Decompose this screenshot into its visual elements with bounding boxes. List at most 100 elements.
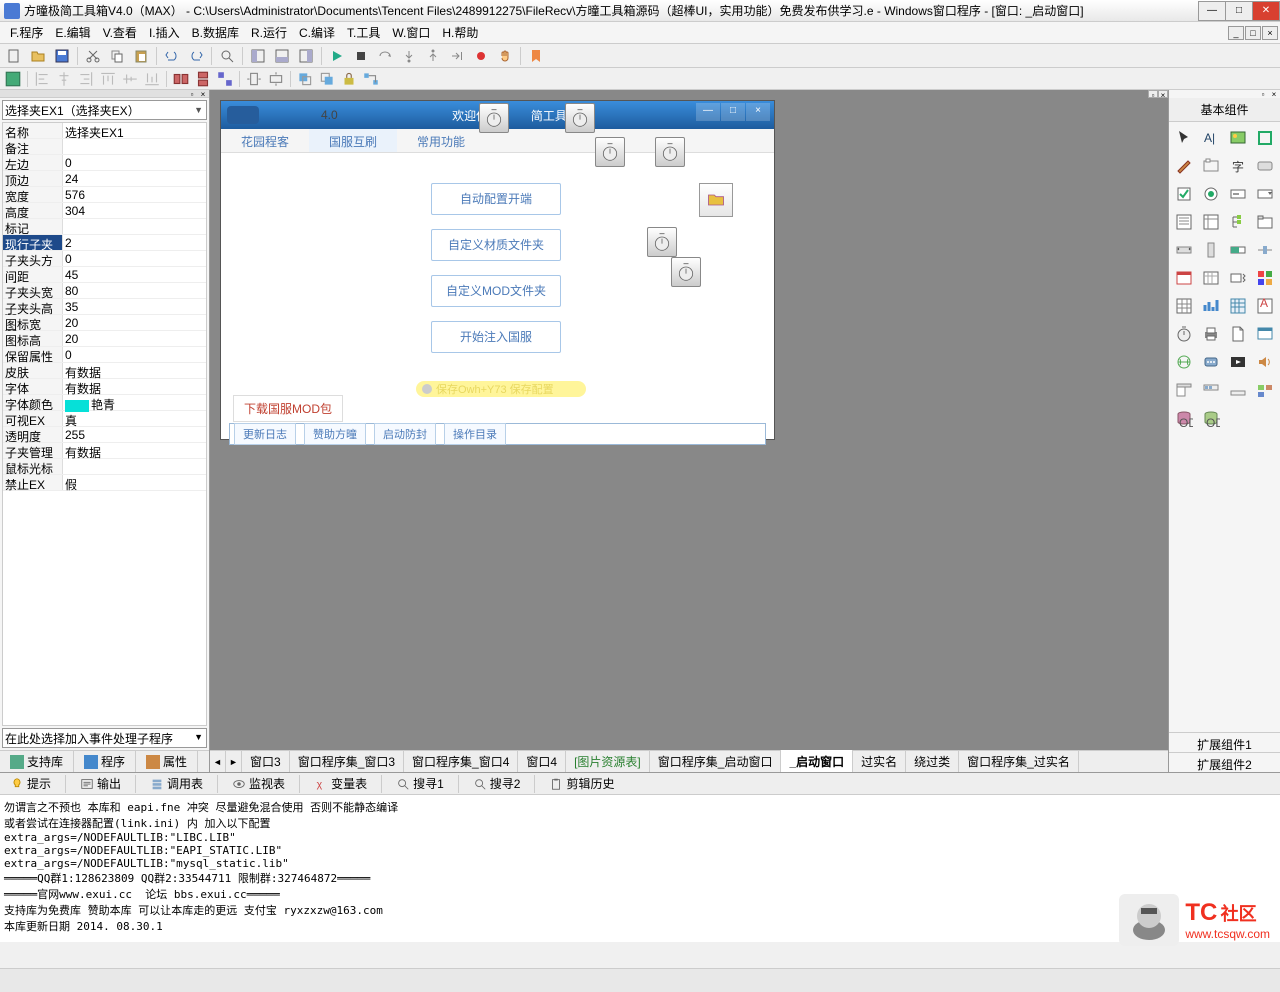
richedit-tool[interactable]: A: [1252, 292, 1278, 319]
tab-vars[interactable]: χ变量表: [304, 772, 377, 795]
property-row[interactable]: 备注: [3, 139, 206, 155]
property-row[interactable]: 字体颜色艳青: [3, 395, 206, 411]
property-value[interactable]: 选择夹EX1: [63, 123, 206, 138]
menu-window[interactable]: W.窗口: [386, 22, 436, 43]
copy-button[interactable]: [106, 46, 128, 66]
doc-tab[interactable]: 过实名: [853, 750, 906, 772]
toolbox-float-button[interactable]: ▫: [1258, 90, 1268, 98]
run-button[interactable]: [326, 46, 348, 66]
timer-component-3[interactable]: [595, 137, 625, 167]
expand-group-1[interactable]: 扩展组件1: [1169, 732, 1280, 752]
doc-tab[interactable]: 窗口4: [518, 750, 566, 772]
timer-component-4[interactable]: [655, 137, 685, 167]
doc-tab[interactable]: 窗口程序集_窗口4: [404, 750, 518, 772]
form-tab-0[interactable]: 花园程客: [221, 129, 309, 152]
property-value[interactable]: 20: [63, 315, 206, 330]
sound-tool[interactable]: [1252, 348, 1278, 375]
property-row[interactable]: 图标宽20: [3, 315, 206, 331]
form-min-button[interactable]: —: [696, 103, 720, 121]
property-row[interactable]: 子夹管理有数据: [3, 443, 206, 459]
download-mod-link[interactable]: 下载国服MOD包: [233, 395, 343, 422]
property-value[interactable]: [63, 459, 206, 474]
property-value[interactable]: 576: [63, 187, 206, 202]
close-button[interactable]: ✕: [1252, 1, 1280, 21]
align-center-button[interactable]: [54, 70, 74, 88]
calendar-tool[interactable]: [1198, 264, 1224, 291]
tab-clipboard[interactable]: 剪辑历史: [539, 772, 624, 795]
step-into-button[interactable]: [398, 46, 420, 66]
property-value[interactable]: 有数据: [63, 379, 206, 394]
property-row[interactable]: 宽度576: [3, 187, 206, 203]
maximize-button[interactable]: □: [1225, 1, 1253, 21]
property-value[interactable]: 255: [63, 427, 206, 442]
start-inject-button[interactable]: 开始注入国服: [431, 321, 561, 353]
group-tool[interactable]: [1198, 152, 1224, 179]
designer-close-button[interactable]: ×: [1158, 90, 1168, 98]
bookmark-button[interactable]: [525, 46, 547, 66]
same-height-button[interactable]: [193, 70, 213, 88]
doc-tab[interactable]: 窗口3: [242, 750, 290, 772]
find-button[interactable]: [216, 46, 238, 66]
radio-tool[interactable]: [1198, 180, 1224, 207]
date-tool[interactable]: [1171, 264, 1197, 291]
property-value[interactable]: [63, 139, 206, 154]
send-back-button[interactable]: [317, 70, 337, 88]
form-close-button[interactable]: ×: [746, 103, 770, 121]
bring-front-button[interactable]: [295, 70, 315, 88]
align-top-button[interactable]: [98, 70, 118, 88]
align-right-button[interactable]: [76, 70, 96, 88]
align-left-button[interactable]: [32, 70, 52, 88]
property-value[interactable]: 艳青: [63, 395, 206, 410]
menu-run[interactable]: R.运行: [245, 22, 293, 43]
property-row[interactable]: 左边0: [3, 155, 206, 171]
imagelist-tool[interactable]: [1252, 376, 1278, 403]
property-row[interactable]: 间距45: [3, 267, 206, 283]
save-button[interactable]: [51, 46, 73, 66]
align-middle-button[interactable]: [120, 70, 140, 88]
menu-tools[interactable]: T.工具: [341, 22, 386, 43]
socket-tool[interactable]: [1171, 348, 1197, 375]
doc-tab-active[interactable]: _启动窗口: [781, 750, 853, 772]
tab-hint[interactable]: 提示: [0, 772, 61, 795]
slider-tool[interactable]: [1252, 236, 1278, 263]
tab-scroll-right[interactable]: ►: [226, 751, 242, 772]
panel-float-button[interactable]: ▫: [187, 90, 197, 98]
undo-button[interactable]: [161, 46, 183, 66]
step-out-button[interactable]: [422, 46, 444, 66]
menu-database[interactable]: B.数据库: [186, 22, 245, 43]
event-selector[interactable]: 在此处选择加入事件处理子程序: [2, 728, 207, 748]
auto-config-button[interactable]: 自动配置开端: [431, 183, 561, 215]
expand-group-2[interactable]: 扩展组件2: [1169, 752, 1280, 772]
property-grid[interactable]: 名称选择夹EX1备注左边0顶边24宽度576高度304标记现行子夹2子夹头方向0…: [2, 122, 207, 726]
doc-tab[interactable]: [图片资源表]: [566, 750, 650, 772]
status-tool[interactable]: [1225, 376, 1251, 403]
donate-button[interactable]: 赞助方曈: [304, 423, 366, 445]
form-max-button[interactable]: □: [721, 103, 745, 121]
chart-tool[interactable]: [1198, 292, 1224, 319]
property-row[interactable]: 名称选择夹EX1: [3, 123, 206, 139]
property-value[interactable]: 24: [63, 171, 206, 186]
combo-tool[interactable]: [1252, 180, 1278, 207]
spinner-tool[interactable]: [1225, 264, 1251, 291]
align-bottom-button[interactable]: [142, 70, 162, 88]
grid-tool[interactable]: [1225, 292, 1251, 319]
changelog-button[interactable]: 更新日志: [234, 423, 296, 445]
lock-button[interactable]: [339, 70, 359, 88]
new-button[interactable]: [3, 46, 25, 66]
menu-edit[interactable]: E.编辑: [49, 22, 96, 43]
listbox-tool[interactable]: [1171, 208, 1197, 235]
print-tool[interactable]: [1198, 320, 1224, 347]
anti-ban-button[interactable]: 启动防封: [374, 423, 436, 445]
property-row[interactable]: 字体有数据: [3, 379, 206, 395]
mdi-restore-button[interactable]: □: [1245, 26, 1261, 40]
property-row[interactable]: 现行子夹2: [3, 235, 206, 251]
property-row[interactable]: 子夹头宽度80: [3, 283, 206, 299]
doc-tab[interactable]: 绕过类: [906, 750, 959, 772]
tab-program[interactable]: 程序: [74, 751, 136, 772]
property-value[interactable]: 0: [63, 347, 206, 362]
odbc2-tool[interactable]: ODBC: [1198, 404, 1224, 431]
center-vert-button[interactable]: [266, 70, 286, 88]
property-value[interactable]: 45: [63, 267, 206, 282]
draw-tool[interactable]: [1171, 152, 1197, 179]
property-row[interactable]: 子夹头高度35: [3, 299, 206, 315]
